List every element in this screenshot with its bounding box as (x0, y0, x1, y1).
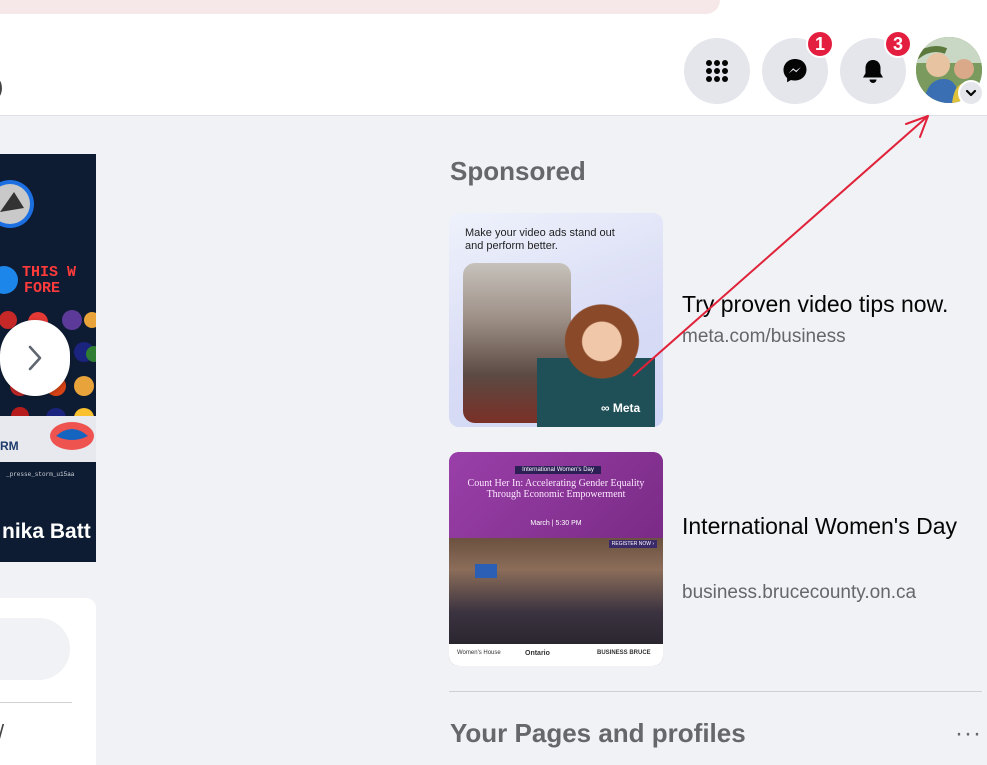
notifications-button[interactable]: 3 (840, 30, 912, 104)
sponsor-logo-2: Ontario (525, 650, 550, 657)
ad-register-label: REGISTER NOW › (608, 540, 657, 548)
top-navbar: ) 1 3 (0, 24, 987, 116)
messenger-button[interactable]: 1 (762, 30, 834, 104)
ad-event-tag: International Women's Day (515, 466, 601, 474)
messenger-icon (783, 59, 807, 83)
meta-logo: ∞ Meta (601, 401, 641, 415)
search-bar-edge[interactable] (0, 0, 720, 14)
ad-image-meta[interactable]: Make your video ads stand out and perfor… (449, 213, 663, 427)
left-panel-partial-text: / (0, 720, 4, 746)
header-partial-text: ) (0, 74, 3, 100)
ad-event-headline: Count Her In: Accelerating Gender Equali… (467, 478, 645, 500)
story-banner-line1: THIS W (22, 264, 76, 281)
left-panel-divider (0, 702, 72, 703)
bell-icon (863, 60, 883, 83)
ad-image-womens-day[interactable]: International Women's Day Count Her In: … (449, 452, 663, 666)
story-banner-line2: FORE (24, 280, 60, 297)
ad-url-womens-day: business.brucecounty.on.ca (682, 582, 917, 603)
left-panel-input[interactable] (0, 618, 70, 680)
chevron-down-icon (965, 89, 977, 97)
grid-icon (706, 60, 728, 82)
sponsor-logo-1: Women's House (457, 650, 501, 656)
ad-url-meta: meta.com/business (682, 326, 846, 347)
section-divider (449, 691, 982, 692)
more-options-button[interactable]: ··· (955, 720, 982, 748)
chevron-right-icon (28, 345, 42, 371)
projector-screen (475, 564, 497, 578)
menu-button[interactable] (684, 38, 750, 104)
svg-text:RM: RM (0, 439, 19, 453)
carousel-next-button[interactable] (0, 320, 70, 396)
ad-title-womens-day[interactable]: International Women's Day (682, 510, 982, 543)
story-caption: _presse_storm_u15aa (5, 471, 75, 478)
ad-event-photo (449, 538, 663, 644)
top-strip (0, 0, 987, 24)
sponsor-logo-3: BUSINESS BRUCE (597, 650, 651, 656)
left-panel: / (0, 598, 96, 765)
ad-title-meta[interactable]: Try proven video tips now. (682, 288, 982, 321)
notifications-badge: 3 (884, 30, 912, 58)
ad-event-date: March | 5:30 PM (530, 520, 582, 527)
account-menu-button[interactable] (958, 80, 984, 106)
sponsored-heading: Sponsored (450, 156, 586, 186)
story-author-name: nika Batt (2, 520, 91, 543)
ad-image-caption: Make your video ads stand out and perfor… (465, 227, 615, 252)
messenger-badge: 1 (806, 30, 834, 58)
ad-sponsor-logos: Women's House Ontario BUSINESS BRUCE (449, 644, 663, 666)
pages-profiles-heading: Your Pages and profiles (450, 718, 746, 748)
